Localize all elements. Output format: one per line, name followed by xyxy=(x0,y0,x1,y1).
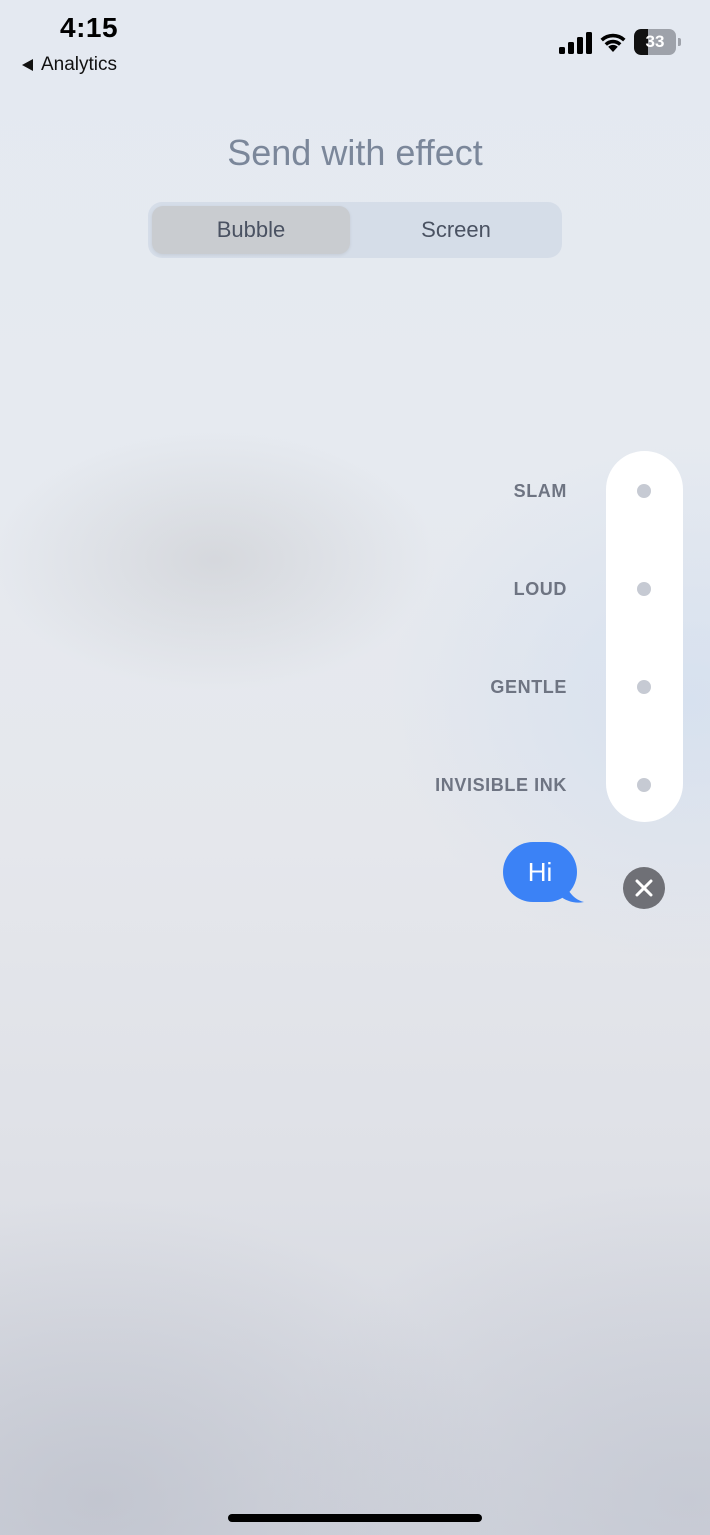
cancel-button[interactable] xyxy=(623,867,665,909)
page-title: Send with effect xyxy=(227,132,483,173)
effect-dot[interactable] xyxy=(637,778,651,792)
effect-type-segmented-control: Bubble Screen xyxy=(148,202,562,258)
message-bubble: Hi xyxy=(503,842,587,904)
back-link-label: Analytics xyxy=(41,54,118,75)
effect-slider-track[interactable] xyxy=(606,451,683,822)
tab-screen[interactable]: Screen xyxy=(354,206,558,254)
effect-option-gentle[interactable]: GENTLE xyxy=(0,672,710,702)
effect-label: LOUD xyxy=(513,579,567,599)
effect-dot[interactable] xyxy=(637,582,651,596)
battery-icon: 33 xyxy=(634,29,684,55)
battery-cap xyxy=(678,38,681,46)
effect-label: GENTLE xyxy=(490,677,567,697)
battery-body: 33 xyxy=(634,29,676,55)
back-to-app-link[interactable]: Analytics xyxy=(22,54,117,76)
home-indicator[interactable] xyxy=(228,1514,482,1522)
effect-option-slam[interactable]: SLAM xyxy=(0,476,710,506)
effect-label: INVISIBLE INK xyxy=(435,775,567,795)
status-time: 4:15 xyxy=(60,12,119,43)
close-icon xyxy=(635,879,653,897)
effect-dot[interactable] xyxy=(637,680,651,694)
wifi-icon xyxy=(600,33,626,52)
effect-option-loud[interactable]: LOUD xyxy=(0,574,710,604)
tab-bubble[interactable]: Bubble xyxy=(152,206,350,254)
battery-percentage: 33 xyxy=(645,32,665,51)
cellular-signal-icon xyxy=(559,32,592,54)
effect-option-invisible-ink[interactable]: INVISIBLE INK xyxy=(0,770,710,800)
effect-label: SLAM xyxy=(513,481,567,501)
screen: 4:15 Analytics 33 Send with effect Bubbl… xyxy=(0,0,710,1535)
effect-dot[interactable] xyxy=(637,484,651,498)
back-arrow-icon xyxy=(22,59,33,71)
message-text: Hi xyxy=(503,842,577,902)
